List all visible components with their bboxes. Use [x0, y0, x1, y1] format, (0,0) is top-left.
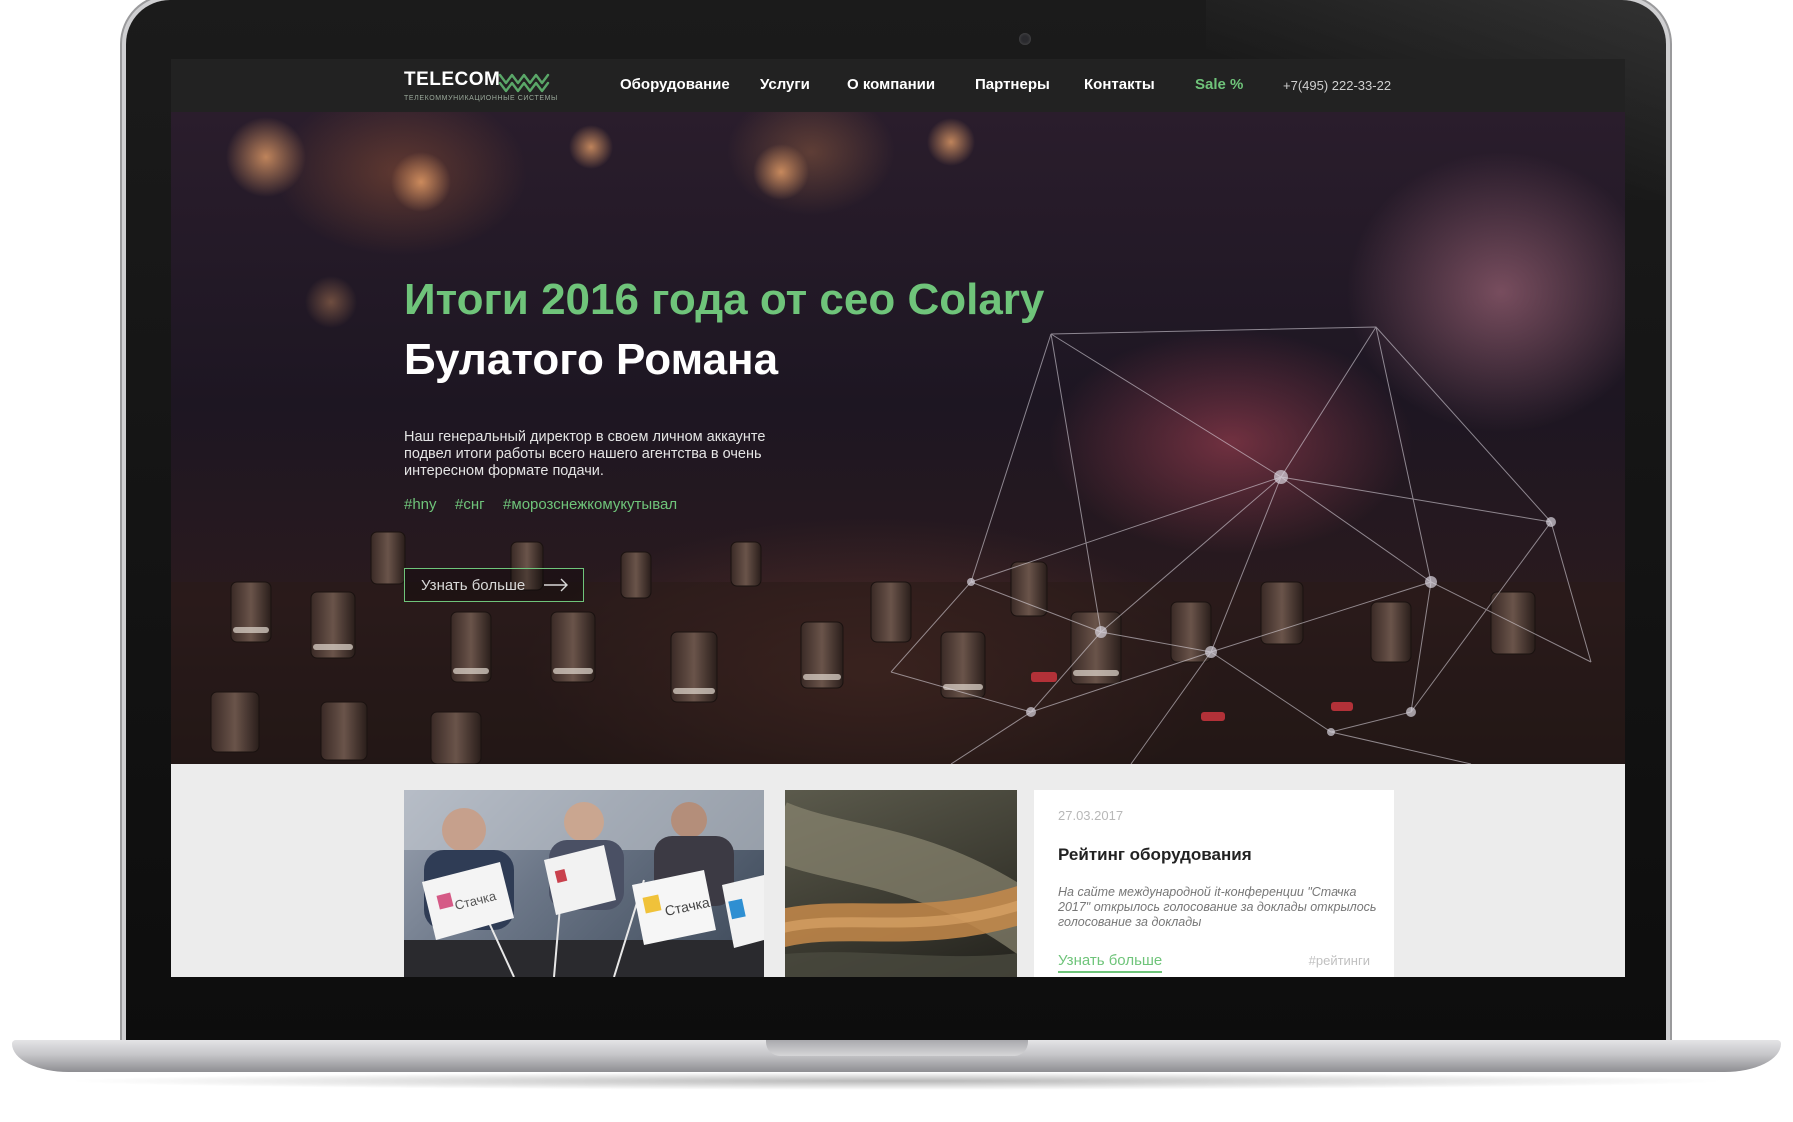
- hero-title: Итоги 2016 года от сео Colary Булатого Р…: [404, 270, 1044, 390]
- hero-description: Наш генеральный директор в своем личном …: [404, 429, 766, 479]
- nav-item-services[interactable]: Услуги: [760, 76, 810, 93]
- nav-item-contacts[interactable]: Контакты: [1084, 76, 1155, 93]
- logo-mark-icon: [498, 73, 550, 93]
- news-photo-cable[interactable]: [785, 790, 1017, 977]
- phone-number[interactable]: +7(495) 222-33-22: [1283, 78, 1391, 93]
- conference-photo: Стачка Стачка: [404, 790, 764, 977]
- logo-text: TELECOM: [404, 69, 501, 90]
- learn-more-button[interactable]: Узнать больше: [404, 568, 584, 602]
- hero-title-white: Булатого Романа: [404, 335, 779, 384]
- news-card: 27.03.2017 Рейтинг оборудования На сайте…: [1034, 790, 1394, 977]
- hero-background-image: [171, 117, 1625, 764]
- news-title[interactable]: Рейтинг оборудования: [1058, 845, 1370, 865]
- hero-tags: #hny #снг #морозснежкомукутывал: [404, 496, 691, 514]
- logo-tagline: телекоммуникационные системы: [404, 95, 558, 102]
- hero-tag[interactable]: #hny: [404, 496, 437, 513]
- hero-banner: Итоги 2016 года от сео Colary Булатого Р…: [171, 112, 1625, 764]
- news-excerpt: На сайте международной it-конференции "С…: [1058, 885, 1377, 929]
- nav-item-equipment[interactable]: Оборудование: [620, 76, 730, 93]
- laptop-shadow: [60, 1072, 1733, 1090]
- nav-item-sale[interactable]: Sale %: [1195, 76, 1243, 93]
- news-photo-conference[interactable]: Стачка Стачка: [404, 790, 764, 977]
- nav-item-about[interactable]: О компании: [847, 76, 935, 93]
- learn-more-button-label: Узнать больше: [421, 576, 526, 594]
- cable-photo: [785, 802, 1017, 977]
- laptop-screen: TELECOM телекоммуникационные системы Обо…: [171, 59, 1625, 977]
- hero-title-green: Итоги 2016 года от сео Colary: [404, 275, 1045, 324]
- hero-tag[interactable]: #морозснежкомукутывал: [503, 496, 677, 513]
- hero-tag[interactable]: #снг: [455, 496, 485, 513]
- news-tag[interactable]: #рейтинги: [1309, 953, 1370, 968]
- laptop-notch: [766, 1040, 1028, 1056]
- logo[interactable]: TELECOM телекоммуникационные системы: [404, 69, 558, 102]
- arrow-right-icon: [544, 578, 568, 592]
- news-date: 27.03.2017: [1058, 808, 1124, 823]
- news-learn-more-link[interactable]: Узнать больше: [1058, 952, 1163, 973]
- nav-item-partners[interactable]: Партнеры: [975, 76, 1050, 93]
- camera-icon: [1019, 33, 1031, 45]
- navbar: TELECOM телекоммуникационные системы Обо…: [171, 59, 1625, 112]
